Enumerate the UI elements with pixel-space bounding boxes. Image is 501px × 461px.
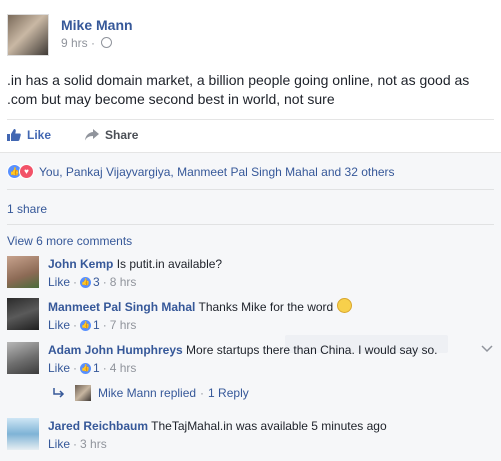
- comment-time[interactable]: 7 hrs: [110, 318, 137, 332]
- comment-like-link[interactable]: Like: [48, 361, 70, 375]
- commenter-avatar[interactable]: [7, 298, 39, 330]
- like-label: Like: [27, 128, 52, 142]
- commenter-avatar[interactable]: [7, 418, 39, 450]
- author-avatar[interactable]: [7, 14, 49, 56]
- share-label: Share: [105, 128, 139, 142]
- comment: Adam John Humphreys More startups there …: [7, 342, 438, 375]
- commenter-avatar[interactable]: [7, 256, 39, 288]
- comment: John Kemp Is putit.in available? Like · …: [7, 256, 222, 289]
- comment-like-count[interactable]: 1: [93, 318, 100, 332]
- post-time-text[interactable]: 9 hrs: [61, 36, 88, 50]
- reply-count[interactable]: 1 Reply: [208, 386, 249, 400]
- comment-time[interactable]: 3 hrs: [80, 437, 107, 451]
- author-name[interactable]: Mike Mann: [61, 17, 133, 33]
- share-icon: [85, 129, 100, 141]
- smiley-emoji-icon: [336, 298, 352, 313]
- comment-text: More startups there than China. I would …: [186, 343, 438, 357]
- post-time[interactable]: 9 hrs ·: [61, 36, 133, 50]
- replies-link[interactable]: Mike Mann replied · 1 Reply: [53, 385, 249, 401]
- like-button[interactable]: Like: [7, 128, 51, 142]
- divider: [7, 224, 494, 225]
- reply-text[interactable]: Mike Mann replied: [98, 386, 196, 400]
- view-more-comments-link[interactable]: View 6 more comments: [7, 234, 132, 248]
- comment-text: TheTajMahal.in was available 5 minutes a…: [151, 419, 387, 433]
- post-actions: Like Share: [7, 128, 138, 142]
- comment-like-link[interactable]: Like: [48, 437, 70, 451]
- comment: Jared Reichbaum TheTajMahal.in was avail…: [7, 418, 387, 451]
- comment-time[interactable]: 4 hrs: [110, 361, 137, 375]
- separator: ·: [73, 361, 78, 375]
- reactions-bar[interactable]: 👍 ♥ You, Pankaj Vijayvargiya, Manmeet Pa…: [7, 164, 395, 179]
- love-reaction-icon: ♥: [19, 164, 34, 179]
- separator: ·: [102, 318, 107, 332]
- post-header: Mike Mann 9 hrs ·: [7, 14, 133, 56]
- commenter-name[interactable]: Manmeet Pal Singh Mahal: [48, 300, 195, 314]
- comment-time[interactable]: 8 hrs: [110, 275, 137, 289]
- commenter-name[interactable]: Jared Reichbaum: [48, 419, 148, 433]
- separator: ·: [102, 361, 107, 375]
- comment-like-count[interactable]: 3: [93, 275, 100, 289]
- comment-like-link[interactable]: Like: [48, 275, 70, 289]
- reply-arrow-icon: [53, 388, 65, 398]
- separator: ·: [200, 386, 205, 400]
- thumbs-up-icon: 👍: [80, 362, 92, 374]
- thumbs-up-icon: 👍: [80, 319, 92, 331]
- facebook-post: Mike Mann 9 hrs · .in has a solid domain…: [0, 0, 501, 461]
- share-button[interactable]: Share: [85, 128, 138, 142]
- comment-like-link[interactable]: Like: [48, 318, 70, 332]
- thumbs-up-icon: 👍: [80, 276, 92, 288]
- commenter-name[interactable]: John Kemp: [48, 257, 113, 271]
- reply-avatar: [75, 385, 91, 401]
- reactions-summary[interactable]: You, Pankaj Vijayvargiya, Manmeet Pal Si…: [39, 165, 395, 179]
- comment: Manmeet Pal Singh Mahal Thanks Mike for …: [7, 298, 352, 332]
- thumbs-up-icon: [7, 129, 21, 141]
- commenter-name[interactable]: Adam John Humphreys: [48, 343, 183, 357]
- divider: [7, 119, 494, 120]
- separator: ·: [73, 437, 78, 451]
- separator: ·: [102, 275, 107, 289]
- comment-like-count[interactable]: 1: [93, 361, 100, 375]
- globe-icon: [101, 37, 113, 48]
- comment-text: Thanks Mike for the word: [198, 300, 334, 314]
- share-count[interactable]: 1 share: [7, 202, 47, 216]
- separator: ·: [73, 318, 78, 332]
- comment-text: Is putit.in available?: [116, 257, 223, 271]
- post-text: .in has a solid domain market, a billion…: [7, 72, 470, 107]
- commenter-avatar[interactable]: [7, 342, 39, 374]
- separator: ·: [73, 275, 78, 289]
- chevron-down-icon[interactable]: [481, 345, 493, 353]
- divider: [7, 189, 494, 190]
- separator: ·: [91, 36, 96, 50]
